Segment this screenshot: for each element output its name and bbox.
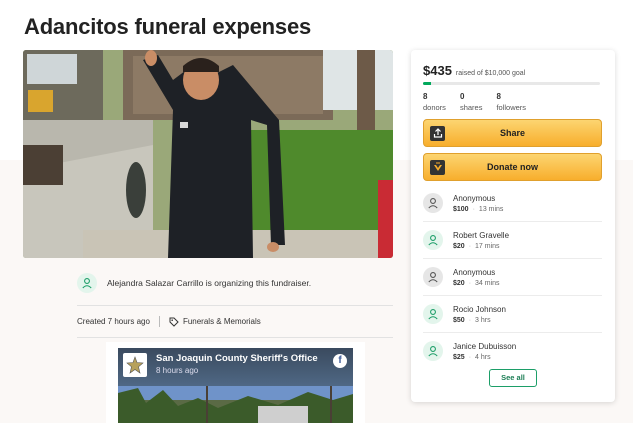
donation-info: Anonymous $100 · 13 mins bbox=[453, 194, 503, 213]
donor-name: Anonymous bbox=[453, 193, 496, 203]
donor-avatar bbox=[423, 341, 443, 361]
stat-donors: 8 donors bbox=[423, 92, 446, 112]
dot-separator: · bbox=[468, 353, 472, 361]
donate-icon bbox=[430, 159, 445, 175]
donation-row: Robert Gravelle $20 · 17 mins bbox=[423, 224, 602, 256]
donate-button[interactable]: Donate now bbox=[423, 153, 602, 181]
donation-info: Janice Dubuisson $25 · 4 hrs bbox=[453, 342, 516, 361]
donation-divider bbox=[423, 221, 602, 222]
category-label: Funerals & Memorials bbox=[182, 317, 261, 326]
donation-amount-line: $20 · 17 mins bbox=[453, 243, 509, 250]
stat-shares: 0 shares bbox=[460, 92, 483, 112]
stat-number: 8 bbox=[423, 92, 428, 101]
raised-summary: $435 raised of $10,000 goal bbox=[423, 63, 525, 78]
created-time: Created 7 hours ago bbox=[77, 317, 150, 326]
stat-label: shares bbox=[459, 103, 483, 112]
donor-name: Rocio Johnson bbox=[453, 304, 506, 314]
donation-amount-line: $100 · 13 mins bbox=[453, 206, 503, 213]
donation-divider bbox=[423, 332, 602, 333]
goal-text: raised of $10,000 goal bbox=[455, 70, 526, 77]
stat-followers: 8 followers bbox=[496, 92, 526, 112]
stat-label: donors bbox=[423, 103, 446, 112]
user-heart-icon bbox=[82, 278, 92, 289]
campaign-stats: 8 donors 0 shares 8 followers bbox=[423, 92, 540, 112]
donor-name: Robert Gravelle bbox=[453, 230, 510, 240]
donation-row: Rocio Johnson $50 · 3 hrs bbox=[423, 298, 602, 330]
campaign-photo bbox=[23, 50, 393, 258]
dot-separator: · bbox=[468, 316, 472, 324]
donation-card: $435 raised of $10,000 goal 8 donors 0 s… bbox=[411, 50, 615, 402]
donation-time: 34 mins bbox=[475, 279, 500, 287]
user-heart-icon bbox=[428, 198, 438, 209]
donor-avatar bbox=[423, 230, 443, 250]
share-label: Share bbox=[499, 128, 525, 138]
dot-separator: · bbox=[468, 242, 472, 250]
page-title: Adancitos funeral expenses bbox=[24, 14, 312, 39]
embed-time: 8 hours ago bbox=[156, 366, 199, 375]
donor-name: Anonymous bbox=[453, 267, 496, 277]
see-all-button[interactable]: See all bbox=[489, 369, 537, 387]
facebook-embed-preview: San Joaquin County Sheriff's Office 8 ho… bbox=[118, 348, 353, 423]
user-heart-icon bbox=[428, 309, 438, 320]
donor-name: Janice Dubuisson bbox=[453, 341, 517, 351]
donate-label: Donate now bbox=[487, 162, 538, 172]
share-icon bbox=[430, 125, 445, 141]
progress-bar bbox=[423, 82, 600, 85]
donation-amount: $20 bbox=[453, 279, 465, 287]
dot-separator: · bbox=[472, 205, 475, 213]
donation-info: Rocio Johnson $50 · 3 hrs bbox=[453, 305, 506, 324]
donation-info: Anonymous $20 · 34 mins bbox=[453, 268, 500, 287]
donation-time: 4 hrs bbox=[475, 353, 491, 361]
organizer-row: Alejandra Salazar Carrillo is organizing… bbox=[77, 273, 393, 293]
progress-fill bbox=[423, 82, 431, 85]
donor-avatar bbox=[423, 193, 443, 213]
user-heart-icon bbox=[428, 272, 438, 283]
donation-amount: $20 bbox=[453, 242, 465, 250]
donation-row: Anonymous $20 · 34 mins bbox=[423, 261, 602, 293]
share-button[interactable]: Share bbox=[423, 119, 602, 147]
embed-title: San Joaquin County Sheriff's Office bbox=[156, 353, 318, 364]
donation-time: 3 hrs bbox=[475, 316, 491, 324]
tag-icon bbox=[169, 317, 179, 327]
stat-number: 8 bbox=[496, 92, 501, 101]
organizer-text: Alejandra Salazar Carrillo is organizing… bbox=[107, 278, 312, 288]
stat-label: followers bbox=[496, 103, 527, 112]
donation-amount-line: $50 · 3 hrs bbox=[453, 317, 506, 324]
sheriff-badge-icon bbox=[123, 353, 147, 377]
raised-amount: $435 bbox=[423, 63, 452, 78]
user-heart-icon bbox=[428, 235, 438, 246]
donor-avatar bbox=[423, 267, 443, 287]
stat-number: 0 bbox=[459, 92, 465, 101]
donation-amount: $100 bbox=[453, 205, 469, 213]
facebook-icon[interactable]: f bbox=[333, 354, 347, 368]
donation-amount: $50 bbox=[453, 316, 465, 324]
donation-amount-line: $20 · 34 mins bbox=[453, 280, 500, 287]
donor-avatar bbox=[423, 304, 443, 324]
donation-time: 17 mins bbox=[475, 242, 500, 250]
user-heart-icon bbox=[428, 346, 438, 357]
donation-divider bbox=[423, 258, 602, 259]
organizer-avatar bbox=[77, 273, 97, 293]
category-link[interactable]: Funerals & Memorials bbox=[169, 317, 261, 327]
donation-info: Robert Gravelle $20 · 17 mins bbox=[453, 231, 509, 250]
donation-amount-line: $25 · 4 hrs bbox=[453, 354, 516, 361]
donation-row: Anonymous $100 · 13 mins bbox=[423, 187, 602, 219]
facebook-embed[interactable]: San Joaquin County Sheriff's Office 8 ho… bbox=[106, 342, 365, 423]
divider bbox=[77, 305, 393, 306]
campaign-meta: Created 7 hours ago Funerals & Memorials bbox=[77, 316, 261, 327]
meta-separator bbox=[158, 316, 160, 327]
dot-separator: · bbox=[468, 279, 472, 287]
donation-divider bbox=[423, 295, 602, 296]
donation-amount: $25 bbox=[453, 353, 465, 361]
donation-row: Janice Dubuisson $25 · 4 hrs bbox=[423, 335, 602, 367]
divider bbox=[77, 337, 393, 338]
donation-time: 13 mins bbox=[478, 205, 504, 213]
